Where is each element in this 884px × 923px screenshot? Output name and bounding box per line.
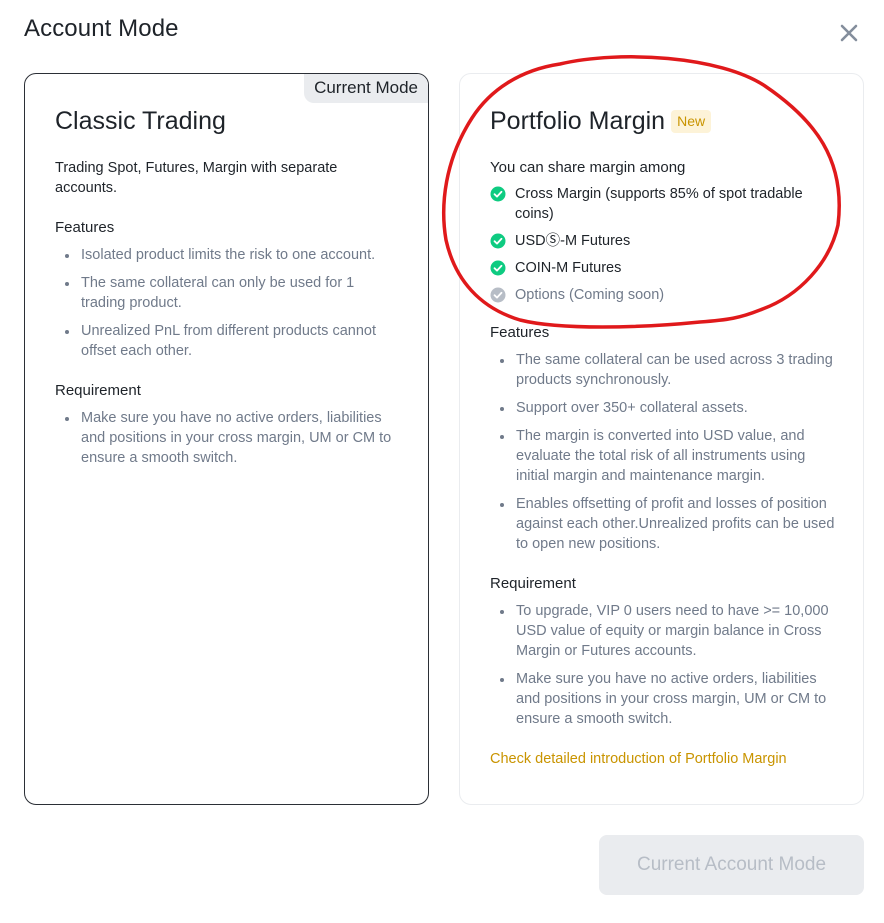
classic-features-title: Features [55,219,115,236]
check-circle-icon [490,233,506,249]
share-item-usds-m-futures: USDⓈ-M Futures [490,231,837,251]
classic-requirement-title: Requirement [55,382,141,399]
list-item: Enables offsetting of profit and losses … [500,494,837,554]
list-item: To upgrade, VIP 0 users need to have >= … [500,601,837,661]
modal-title: Account Mode [24,15,179,42]
list-item: Make sure you have no active orders, lia… [500,669,837,729]
portfolio-margin-intro-link[interactable]: Check detailed introduction of Portfolio… [490,749,837,769]
check-circle-icon [490,260,506,276]
check-circle-disabled-icon [490,287,506,303]
list-item: The margin is converted into USD value, … [500,426,837,486]
list-item: Make sure you have no active orders, lia… [65,408,402,468]
share-item-cross-margin: Cross Margin (supports 85% of spot trada… [490,184,837,224]
share-item-label: Options (Coming soon) [515,287,665,303]
list-item: Unrealized PnL from different products c… [65,321,402,361]
share-margin-title: You can share margin among [490,159,686,176]
classic-trading-title-text: Classic Trading [55,107,226,135]
list-item: The same collateral can only be used for… [65,273,402,313]
current-account-mode-button[interactable]: Current Account Mode [599,835,864,895]
portfolio-margin-title-text: Portfolio Margin [490,107,666,135]
list-item: Isolated product limits the risk to one … [65,245,402,265]
classic-trading-body: Trading Spot, Futures, Margin with separ… [55,158,402,488]
close-button[interactable] [836,20,862,46]
classic-trading-card[interactable]: Current Mode Classic Trading Trading Spo… [24,73,429,805]
portfolio-margin-body: You can share margin among Cross Margin … [490,158,837,769]
share-item-label: USDⓈ-M Futures [515,233,631,249]
classic-trading-title: Classic Trading [55,107,226,136]
portfolio-requirement-title: Requirement [490,575,576,592]
close-icon [840,24,858,42]
classic-requirements-list: Make sure you have no active orders, lia… [55,408,402,468]
share-item-label: COIN-M Futures [515,260,622,276]
portfolio-features-list: The same collateral can be used across 3… [490,350,837,554]
share-item-options: Options (Coming soon) [490,285,837,305]
list-item: Support over 350+ collateral assets. [500,398,837,418]
share-item-label: Cross Margin (supports 85% of spot trada… [515,186,803,222]
check-circle-icon [490,186,506,202]
current-mode-tag: Current Mode [304,74,428,103]
share-margin-list: Cross Margin (supports 85% of spot trada… [490,184,837,305]
list-item: The same collateral can be used across 3… [500,350,837,390]
portfolio-margin-card[interactable]: Portfolio Margin New You can share margi… [459,73,864,805]
classic-description: Trading Spot, Futures, Margin with separ… [55,160,338,196]
portfolio-margin-title: Portfolio Margin New [490,107,712,136]
new-badge: New [671,110,712,133]
portfolio-requirements-list: To upgrade, VIP 0 users need to have >= … [490,601,837,729]
classic-features-list: Isolated product limits the risk to one … [55,245,402,361]
share-item-coin-m-futures: COIN-M Futures [490,258,837,278]
portfolio-features-title: Features [490,324,550,341]
